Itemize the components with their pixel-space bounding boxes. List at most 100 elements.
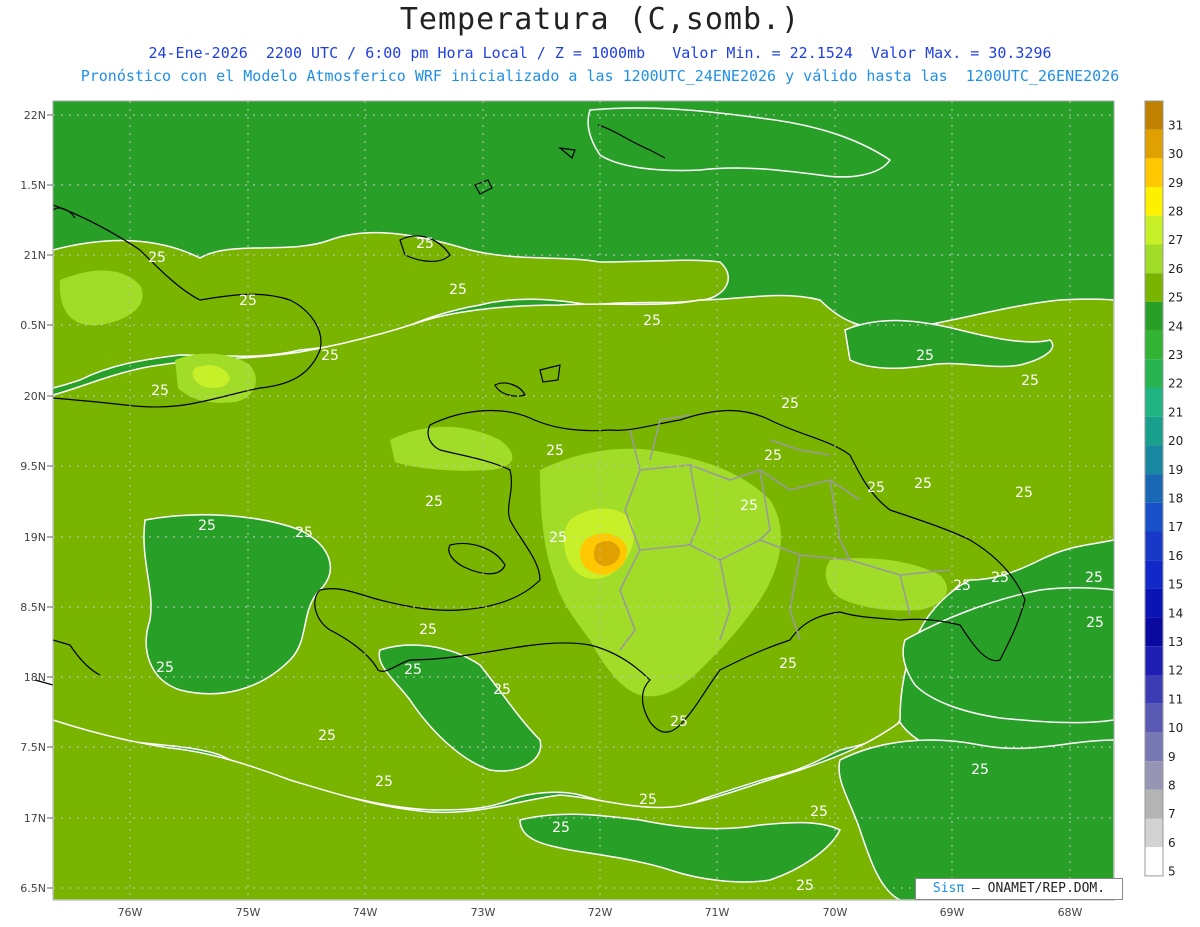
colorbar-swatch — [1145, 732, 1163, 762]
lat-label: 22N — [24, 109, 46, 122]
contour-label: 25 — [779, 656, 797, 672]
colorbar-swatch — [1145, 158, 1163, 188]
lat-label: 7.5N — [20, 741, 46, 754]
colorbar-swatch — [1145, 531, 1163, 561]
colorbar-label: 31 — [1168, 118, 1183, 132]
colorbar-label: 18 — [1168, 491, 1183, 505]
contour-label: 25 — [1021, 373, 1039, 389]
contour-label: 25 — [670, 714, 688, 730]
colorbar-label: 12 — [1168, 664, 1183, 678]
contour-label: 25 — [321, 348, 339, 364]
lat-label: 9.5N — [20, 460, 46, 473]
colorbar-swatch — [1145, 818, 1163, 848]
colorbar-swatch — [1145, 703, 1163, 733]
colorbar-swatch — [1145, 416, 1163, 446]
contour-label: 25 — [318, 728, 336, 744]
contour-label: 25 — [796, 878, 814, 894]
contour-label: 25 — [1085, 570, 1103, 586]
sispi-logo-text: Sisπ — [932, 881, 965, 896]
contour-label: 25 — [239, 293, 257, 309]
colorbar-label: 15 — [1168, 578, 1183, 592]
colorbar-label: 29 — [1168, 176, 1183, 190]
lat-label: 17N — [24, 812, 46, 825]
colorbar-swatch — [1145, 474, 1163, 503]
colorbar-label: 8 — [1168, 778, 1176, 792]
contour-label: 25 — [419, 622, 437, 638]
colorbar-label: 19 — [1168, 463, 1183, 477]
colorbar-swatch — [1145, 675, 1163, 704]
lat-label: 19N — [24, 531, 46, 544]
lon-label: 75W — [236, 906, 261, 919]
colorbar-swatch — [1145, 129, 1163, 159]
contour-label: 25 — [740, 498, 758, 514]
lon-label: 74W — [353, 906, 378, 919]
colorbar-label: 26 — [1168, 262, 1183, 276]
contour-label: 25 — [781, 396, 799, 412]
colorbar: 31 30 29 28 27 26 25 24 23 22 21 20 19 18 17 16 15 14 13 12… — [1144, 100, 1183, 879]
colorbar-label: 25 — [1168, 291, 1183, 305]
colorbar-swatch — [1145, 301, 1163, 331]
contour-label: 25 — [1086, 615, 1104, 631]
contour-label: 25 — [867, 480, 885, 496]
lon-label: 69W — [940, 906, 965, 919]
colorbar-label: 16 — [1168, 549, 1183, 563]
colorbar-swatch — [1145, 789, 1163, 819]
contour-label: 25 — [810, 804, 828, 820]
lat-tick-marks — [47, 114, 53, 889]
colorbar-label: 5 — [1168, 865, 1176, 879]
contour-label: 25 — [493, 682, 511, 698]
contour-label: 25 — [404, 662, 422, 678]
lon-label: 68W — [1058, 906, 1083, 919]
contour-label: 25 — [198, 518, 216, 534]
contour-label: 25 — [148, 250, 166, 266]
colorbar-label: 9 — [1168, 750, 1176, 764]
lat-label: 1.5N — [20, 179, 46, 192]
contour-label: 25 — [375, 774, 393, 790]
contour-label: 25 — [764, 448, 782, 464]
contour-label: 25 — [916, 348, 934, 364]
colorbar-swatch — [1145, 215, 1163, 245]
contour-label: 25 — [295, 525, 313, 541]
contour-label: 25 — [549, 530, 567, 546]
lat-label: 20N — [24, 390, 46, 403]
contour-label: 25 — [151, 383, 169, 399]
colorbar-swatch — [1145, 359, 1163, 388]
lon-label: 73W — [471, 906, 496, 919]
contour-label: 25 — [991, 570, 1009, 586]
colorbar-label: 30 — [1168, 147, 1183, 161]
colorbar-swatch — [1145, 761, 1163, 790]
lon-label: 71W — [705, 906, 730, 919]
contour-label: 25 — [914, 476, 932, 492]
colorbar-label: 11 — [1168, 692, 1183, 706]
lat-label: 8.5N — [20, 601, 46, 614]
contour-label: 25 — [643, 313, 661, 329]
colorbar-swatch — [1145, 588, 1163, 618]
lat-label: 21N — [24, 249, 46, 262]
colorbar-swatch — [1145, 502, 1163, 532]
lon-label: 76W — [118, 906, 143, 919]
contour-label: 25 — [1015, 485, 1033, 501]
contour-label: 25 — [639, 792, 657, 808]
lon-label: 70W — [823, 906, 848, 919]
colorbar-swatch — [1145, 330, 1163, 360]
colorbar-label: 22 — [1168, 377, 1183, 391]
colorbar-label: 28 — [1168, 204, 1183, 218]
colorbar-label: 13 — [1168, 635, 1183, 649]
contour-label: 25 — [156, 660, 174, 676]
colorbar-swatch — [1145, 273, 1163, 302]
temperature-map: 22N 1.5N 21N 0.5N 20N 9.5N 19N 8.5N 18N … — [20, 100, 1183, 919]
colorbar-swatch — [1145, 646, 1163, 675]
colorbar-swatch — [1145, 560, 1163, 589]
colorbar-label: 14 — [1168, 606, 1183, 620]
colorbar-swatch — [1145, 244, 1163, 274]
colorbar-swatch — [1145, 187, 1163, 216]
contour-label: 25 — [552, 820, 570, 836]
contour-label: 25 — [953, 578, 971, 594]
colorbar-label: 20 — [1168, 434, 1183, 448]
colorbar-label: 17 — [1168, 520, 1183, 534]
colorbar-label: 6 — [1168, 836, 1176, 850]
colorbar-swatch — [1145, 847, 1163, 876]
colorbar-label: 21 — [1168, 405, 1183, 419]
lat-label: 6.5N — [20, 882, 46, 895]
contour-label: 25 — [425, 494, 443, 510]
